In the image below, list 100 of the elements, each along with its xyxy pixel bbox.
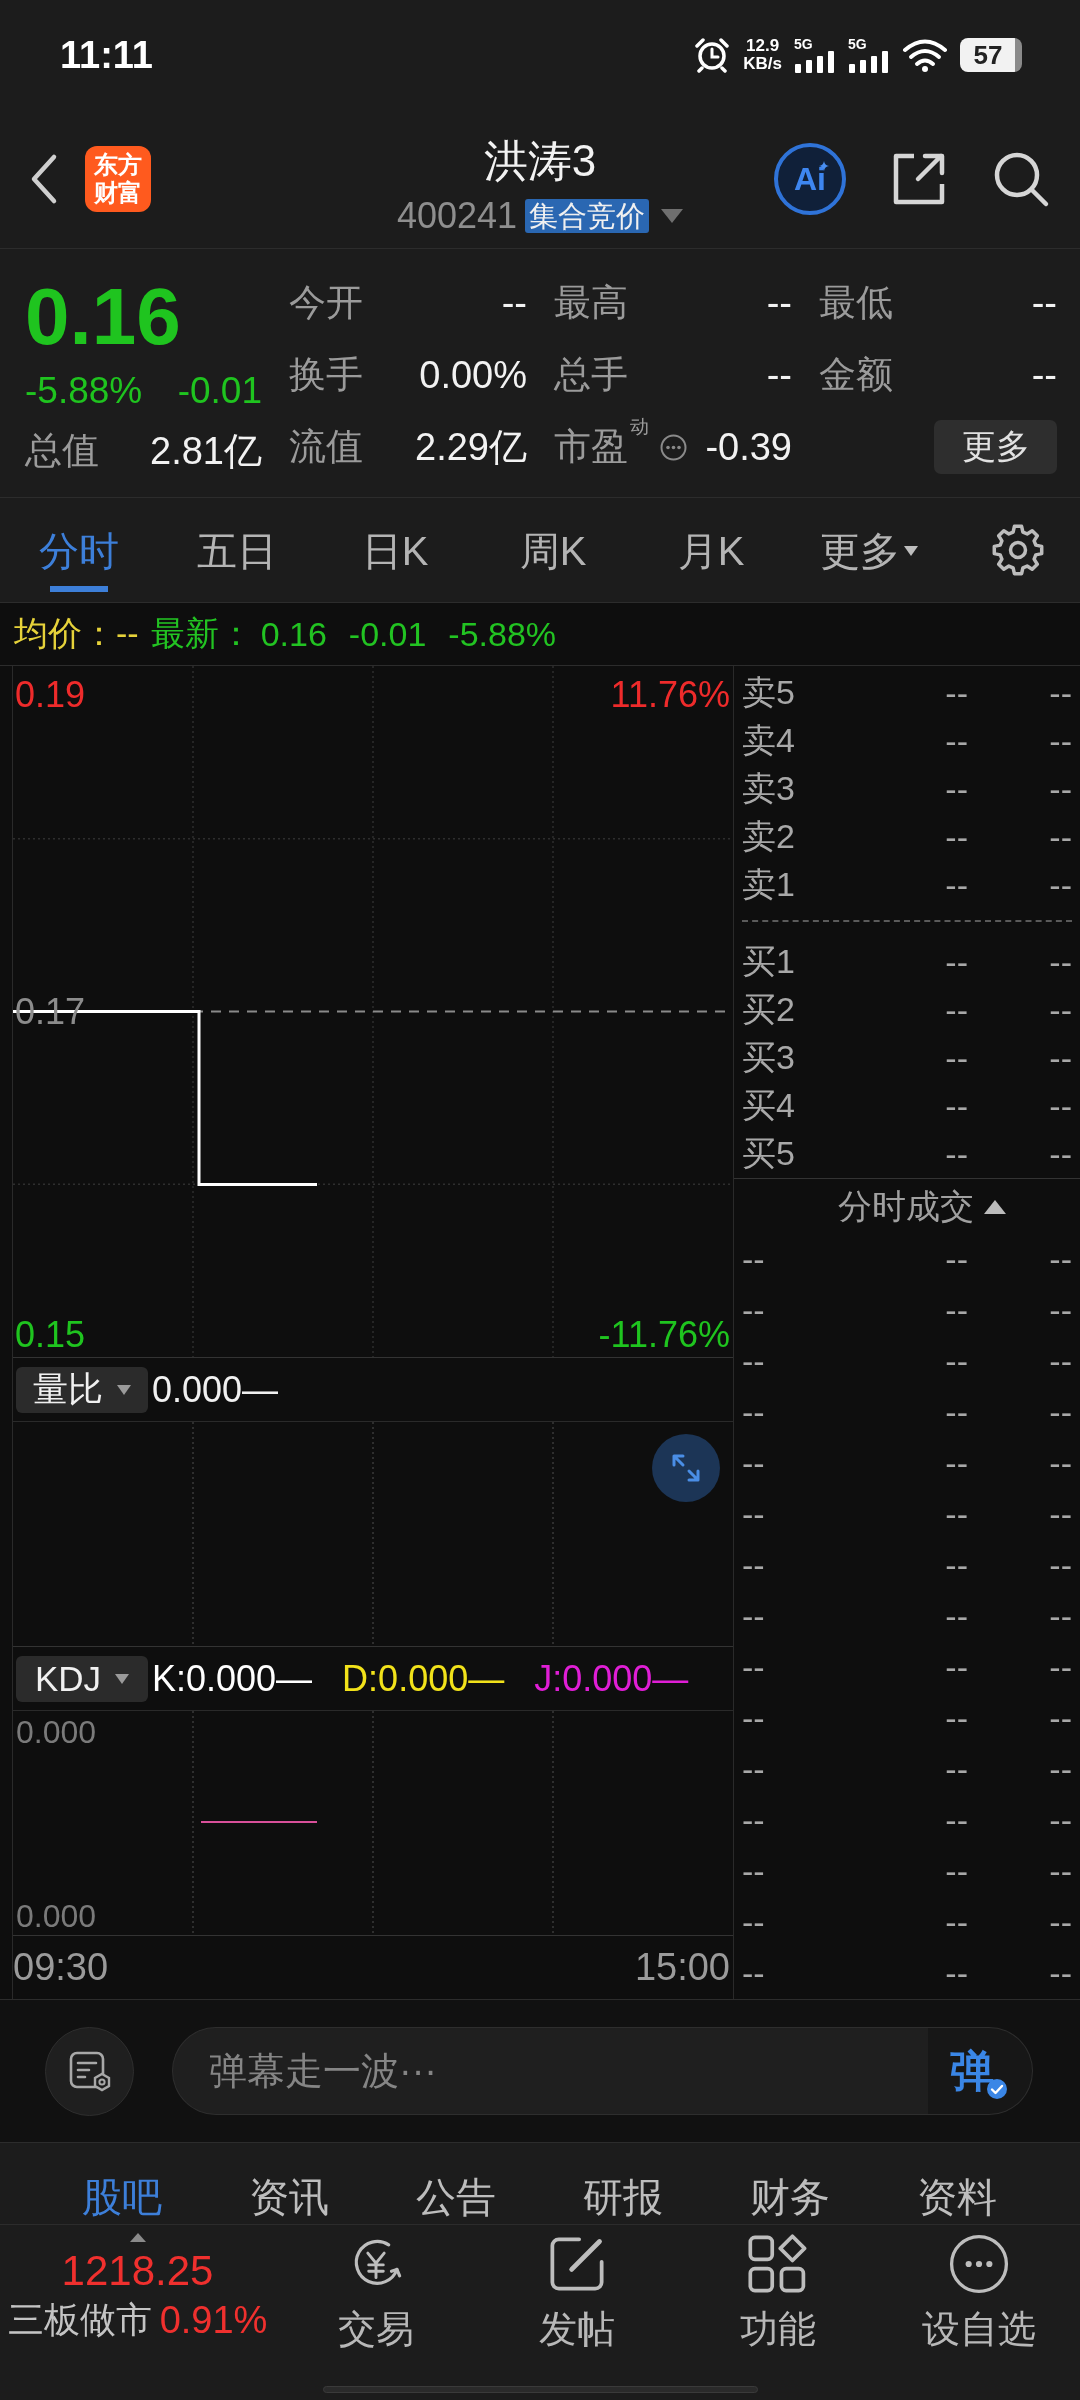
- trade-time: --: [742, 1852, 765, 1891]
- nav-item[interactable]: 发帖: [476, 2225, 677, 2352]
- order-price: --: [944, 817, 968, 857]
- search-icon[interactable]: [992, 150, 1050, 208]
- trade-time: --: [742, 1546, 765, 1585]
- chart-tab[interactable]: 更多: [820, 526, 918, 592]
- trade-price: --: [944, 1903, 968, 1942]
- change-axis-label: -11.76%: [598, 1317, 730, 1353]
- wifi-icon: [902, 38, 948, 72]
- more-button[interactable]: 更多: [934, 420, 1057, 474]
- stat-value: 2.81亿: [150, 428, 262, 474]
- stat-label: 换手: [289, 353, 363, 397]
- order-price: --: [944, 990, 968, 1030]
- trade-time: --: [742, 1291, 765, 1330]
- order-volume: --: [1048, 1086, 1072, 1126]
- section-tab[interactable]: 资讯: [248, 2174, 329, 2220]
- trade-price: --: [944, 1699, 968, 1738]
- stat-label: 今开: [289, 281, 363, 325]
- indicator-reading: J:0.000—: [534, 1657, 689, 1700]
- trade-price: --: [944, 1648, 968, 1687]
- trade-price: --: [944, 1597, 968, 1636]
- nav-item[interactable]: 交易: [275, 2225, 476, 2352]
- ellipsis-circle-icon: [660, 433, 687, 461]
- trade-price: --: [944, 1444, 968, 1483]
- latest-value: -0.01: [348, 614, 427, 654]
- index-value: 1218.25: [61, 2246, 214, 2296]
- trading-mode-badge: 集合竞价: [525, 199, 650, 233]
- signal-icon: [848, 51, 890, 73]
- trade-volume: --: [1048, 1903, 1072, 1942]
- order-volume: --: [1048, 673, 1072, 713]
- trade-volume: --: [1048, 1291, 1072, 1330]
- order-volume: --: [1048, 990, 1072, 1030]
- stat-value: 0.00%: [419, 353, 527, 397]
- caret-up-icon[interactable]: [984, 1199, 1006, 1214]
- trade-volume: --: [1048, 1393, 1072, 1432]
- section-tab[interactable]: 股吧: [81, 2174, 162, 2220]
- trade-price: --: [944, 1393, 968, 1432]
- trade-volume: --: [1048, 1342, 1072, 1381]
- ellipsis-circle-icon: [948, 2234, 1009, 2294]
- trade-volume: --: [1048, 1954, 1072, 1993]
- order-price: --: [944, 1134, 968, 1174]
- trade-time: --: [742, 1750, 765, 1789]
- order-level: 卖2: [742, 816, 795, 857]
- trade-volume: --: [1048, 1852, 1072, 1891]
- section-tab[interactable]: 财务: [749, 2174, 830, 2220]
- nav-item[interactable]: 设自选: [878, 2225, 1079, 2352]
- ai-assistant-button[interactable]: Ai: [774, 143, 846, 215]
- trade-time: --: [742, 1444, 765, 1483]
- stat-value: --: [766, 281, 792, 325]
- trade-price: --: [944, 1852, 968, 1891]
- trade-volume: --: [1048, 1750, 1072, 1789]
- trade-time: --: [742, 1597, 765, 1636]
- chart-tab[interactable]: 周K: [519, 526, 587, 592]
- indicator-dropdown[interactable]: 量比: [16, 1366, 148, 1413]
- caret-down-icon: [117, 1384, 131, 1395]
- stock-code: 400241: [396, 195, 518, 237]
- stat-label: 最低: [819, 281, 893, 325]
- order-level: 买3: [742, 1037, 795, 1078]
- order-price: --: [944, 721, 968, 761]
- stat-label: 最高: [554, 281, 628, 325]
- axis-label: 0.000: [16, 1715, 97, 1749]
- order-level: 卖3: [742, 768, 795, 809]
- trade-price: --: [944, 1801, 968, 1840]
- nav-item[interactable]: 功能: [677, 2225, 878, 2352]
- trades-title[interactable]: 分时成交: [838, 1183, 974, 1230]
- latest-value: -5.88%: [448, 614, 557, 654]
- settings-icon[interactable]: [992, 524, 1044, 576]
- section-tab[interactable]: 研报: [582, 2174, 663, 2220]
- index-name: 三板做市: [7, 2298, 152, 2342]
- indicator-reading: D:0.000—: [342, 1657, 505, 1700]
- axis-label: 0.000: [16, 1899, 97, 1933]
- stock-name: 洪涛3: [483, 136, 597, 186]
- time-axis-label: 15:00: [634, 1945, 730, 1989]
- chart-tab[interactable]: 月K: [677, 526, 745, 592]
- trade-price: --: [944, 1546, 968, 1585]
- indicator-reading: 0.000—: [152, 1368, 279, 1411]
- trade-time: --: [742, 1495, 765, 1534]
- order-level: 卖4: [742, 720, 795, 761]
- order-price: --: [944, 942, 968, 982]
- expand-button[interactable]: [652, 1434, 720, 1502]
- chart-tab[interactable]: 日K: [361, 526, 429, 592]
- order-price: --: [944, 1086, 968, 1126]
- section-tab[interactable]: 公告: [415, 2174, 496, 2220]
- trade-time: --: [742, 1699, 765, 1738]
- indicator-dropdown[interactable]: KDJ: [16, 1655, 148, 1702]
- trade-price: --: [944, 1495, 968, 1534]
- stat-value: --: [501, 281, 527, 325]
- order-level: 买5: [742, 1133, 795, 1174]
- caret-up-icon[interactable]: [129, 2233, 146, 2242]
- indicator-reading: K:0.000—: [152, 1657, 313, 1700]
- section-tab[interactable]: 资料: [916, 2174, 997, 2220]
- caret-down-icon[interactable]: [661, 209, 684, 223]
- grid-icon: [747, 2234, 808, 2294]
- trade-price: --: [944, 1342, 968, 1381]
- status-time: 11:11: [60, 33, 153, 77]
- order-price: --: [944, 865, 968, 905]
- trade-volume: --: [1048, 1648, 1072, 1687]
- chart-tab[interactable]: 五日: [197, 526, 277, 592]
- trade-price: --: [944, 1291, 968, 1330]
- app-logo: 东方 财富: [85, 146, 151, 212]
